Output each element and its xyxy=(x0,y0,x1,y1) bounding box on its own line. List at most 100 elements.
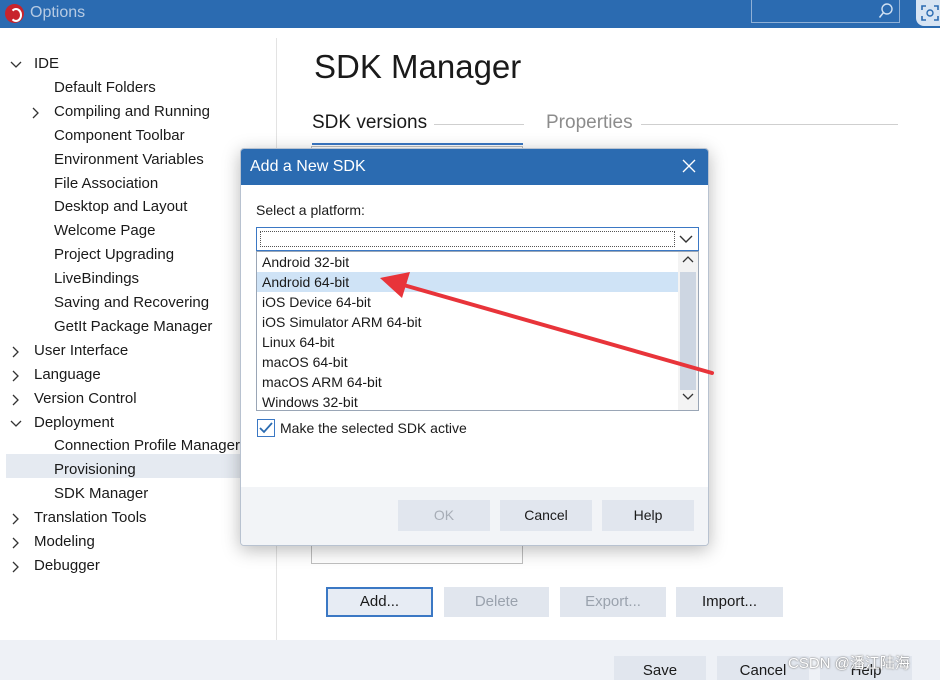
active-tab-underline xyxy=(312,143,523,145)
tree-item-label: Desktop and Layout xyxy=(54,198,188,216)
tree-item-translation-tools[interactable]: Translation Tools xyxy=(34,507,147,529)
close-icon[interactable] xyxy=(682,159,696,173)
tree-item-label: SDK Manager xyxy=(54,485,149,503)
tree-item-modeling[interactable]: Modeling xyxy=(34,531,95,553)
tree-item-environment-variables[interactable]: Environment Variables xyxy=(54,149,204,171)
tree-item-language[interactable]: Language xyxy=(34,364,101,386)
tree-item-connection-profile-manager[interactable]: Connection Profile Manager xyxy=(54,435,240,457)
dialog-title-bar: Add a New SDK xyxy=(241,149,708,185)
tree-item-project-upgrading[interactable]: Project Upgrading xyxy=(54,244,174,266)
chevron-right-icon[interactable] xyxy=(10,394,22,406)
platform-label: Select a platform: xyxy=(256,202,365,218)
tree-item-compiling-and-running[interactable]: Compiling and Running xyxy=(54,101,210,123)
tree-item-desktop-and-layout[interactable]: Desktop and Layout xyxy=(54,196,187,218)
platform-option[interactable]: Linux 64-bit xyxy=(257,332,678,352)
tree-item-label: Provisioning xyxy=(54,461,136,479)
tree-item-label: User Interface xyxy=(34,341,129,359)
platform-option[interactable]: macOS ARM 64-bit xyxy=(257,372,678,392)
tree-item-label: Debugger xyxy=(34,556,100,574)
tree-item-welcome-page[interactable]: Welcome Page xyxy=(54,220,155,242)
chevron-down-icon[interactable] xyxy=(10,418,22,430)
add-sdk-dialog: Add a New SDK Select a platform: Windows… xyxy=(240,148,709,546)
import-button[interactable]: Import... xyxy=(676,587,783,617)
platform-select-value xyxy=(260,231,675,247)
tree-item-label: Project Upgrading xyxy=(54,246,175,264)
make-active-checkbox[interactable] xyxy=(257,419,275,437)
dialog-title: Add a New SDK xyxy=(250,158,366,175)
chevron-right-icon[interactable] xyxy=(10,346,22,358)
chevron-up-icon[interactable] xyxy=(682,255,694,265)
add-button[interactable]: Add... xyxy=(326,587,433,617)
delete-button[interactable]: Delete xyxy=(444,587,549,617)
tree-item-deployment[interactable]: Deployment xyxy=(34,412,114,434)
tree-item-label: Welcome Page xyxy=(54,222,156,240)
chevron-right-icon[interactable] xyxy=(10,370,22,382)
tree-item-livebindings[interactable]: LiveBindings xyxy=(54,268,139,290)
tree-item-label: Version Control xyxy=(34,389,137,407)
export-button[interactable]: Export... xyxy=(560,587,666,617)
dropdown-scrollbar[interactable] xyxy=(678,252,698,410)
platform-option[interactable]: Android 32-bit xyxy=(257,252,678,272)
tree-item-getit-package-manager[interactable]: GetIt Package Manager xyxy=(54,316,212,338)
title-bar: Options xyxy=(0,0,940,28)
search-input[interactable] xyxy=(751,0,900,23)
tree-item-label: Compiling and Running xyxy=(54,102,210,120)
chevron-right-icon[interactable] xyxy=(10,537,22,549)
tree-item-label: LiveBindings xyxy=(54,270,140,288)
tree-item-component-toolbar[interactable]: Component Toolbar xyxy=(54,125,185,147)
save-button[interactable]: Save xyxy=(614,656,706,680)
tree-item-label: Translation Tools xyxy=(34,509,147,527)
chevron-right-icon[interactable] xyxy=(10,513,22,525)
tree-item-label: GetIt Package Manager xyxy=(54,317,213,335)
tree-item-label: Deployment xyxy=(34,413,115,431)
options-tree: IDE Default Folders Compiling and Running C… xyxy=(0,28,276,640)
tree-item-version-control[interactable]: Version Control xyxy=(34,388,137,410)
platform-option[interactable]: iOS Simulator ARM 64-bit xyxy=(257,312,678,332)
tree-item-debugger[interactable]: Debugger xyxy=(34,555,100,577)
tree-item-label: Language xyxy=(34,365,101,383)
dialog-cancel-button[interactable]: Cancel xyxy=(500,500,592,531)
tree-item-provisioning[interactable]: Provisioning xyxy=(54,459,136,481)
tree-item-label: Environment Variables xyxy=(54,150,204,168)
scrollbar-thumb[interactable] xyxy=(680,272,696,390)
tree-item-label: Saving and Recovering xyxy=(54,294,210,311)
tab-divider xyxy=(434,124,524,125)
watermark: CSDN @潘江陆海 xyxy=(788,655,910,672)
tab-divider-2 xyxy=(641,124,898,125)
tree-item-file-association[interactable]: File Association xyxy=(54,173,158,195)
app-logo-icon xyxy=(5,4,24,23)
platform-select[interactable] xyxy=(256,227,699,251)
tab-properties[interactable]: Properties xyxy=(546,112,633,134)
chevron-down-icon[interactable] xyxy=(682,391,694,401)
make-active-label: Make the selected SDK active xyxy=(280,420,467,436)
tree-item-label: File Association xyxy=(54,174,159,192)
ok-button[interactable]: OK xyxy=(398,500,490,531)
chevron-down-icon[interactable] xyxy=(10,59,22,71)
screenshot-tool-button[interactable] xyxy=(916,0,940,26)
chevron-down-icon[interactable] xyxy=(679,234,693,244)
platform-option[interactable]: iOS Device 64-bit xyxy=(257,292,678,312)
scan-icon xyxy=(921,5,939,21)
tree-item-label: Connection Profile Manager xyxy=(54,437,240,455)
tree-item-default-folders[interactable]: Default Folders xyxy=(54,77,156,99)
search-icon[interactable] xyxy=(878,2,894,20)
window-title: Options xyxy=(30,4,86,21)
page-title: SDK Manager xyxy=(314,48,522,85)
tree-item-user-interface[interactable]: User Interface xyxy=(34,340,128,362)
dialog-help-button[interactable]: Help xyxy=(602,500,694,531)
platform-option[interactable]: Android 64-bit xyxy=(257,272,678,292)
tab-sdk-versions[interactable]: SDK versions xyxy=(312,112,427,134)
tree-item-sdk-manager[interactable]: SDK Manager xyxy=(54,483,148,505)
tree-item-label: Modeling xyxy=(34,533,95,550)
chevron-right-icon[interactable] xyxy=(30,107,42,119)
chevron-right-icon[interactable] xyxy=(10,561,22,573)
tree-item-label: IDE xyxy=(34,55,60,72)
tree-item-label: Component Toolbar xyxy=(54,126,185,144)
platform-dropdown-list[interactable]: Windows 32-bit macOS ARM 64-bit macOS 64-b… xyxy=(256,251,699,411)
tree-item-saving-and-recovering[interactable]: Saving and Recovering xyxy=(54,292,209,314)
tree-item-ide[interactable]: IDE xyxy=(34,53,59,75)
tree-item-label: Default Folders xyxy=(54,78,156,96)
platform-option[interactable]: Windows 32-bit xyxy=(257,392,678,412)
checkmark-icon xyxy=(259,422,273,434)
platform-option[interactable]: macOS 64-bit xyxy=(257,352,678,372)
